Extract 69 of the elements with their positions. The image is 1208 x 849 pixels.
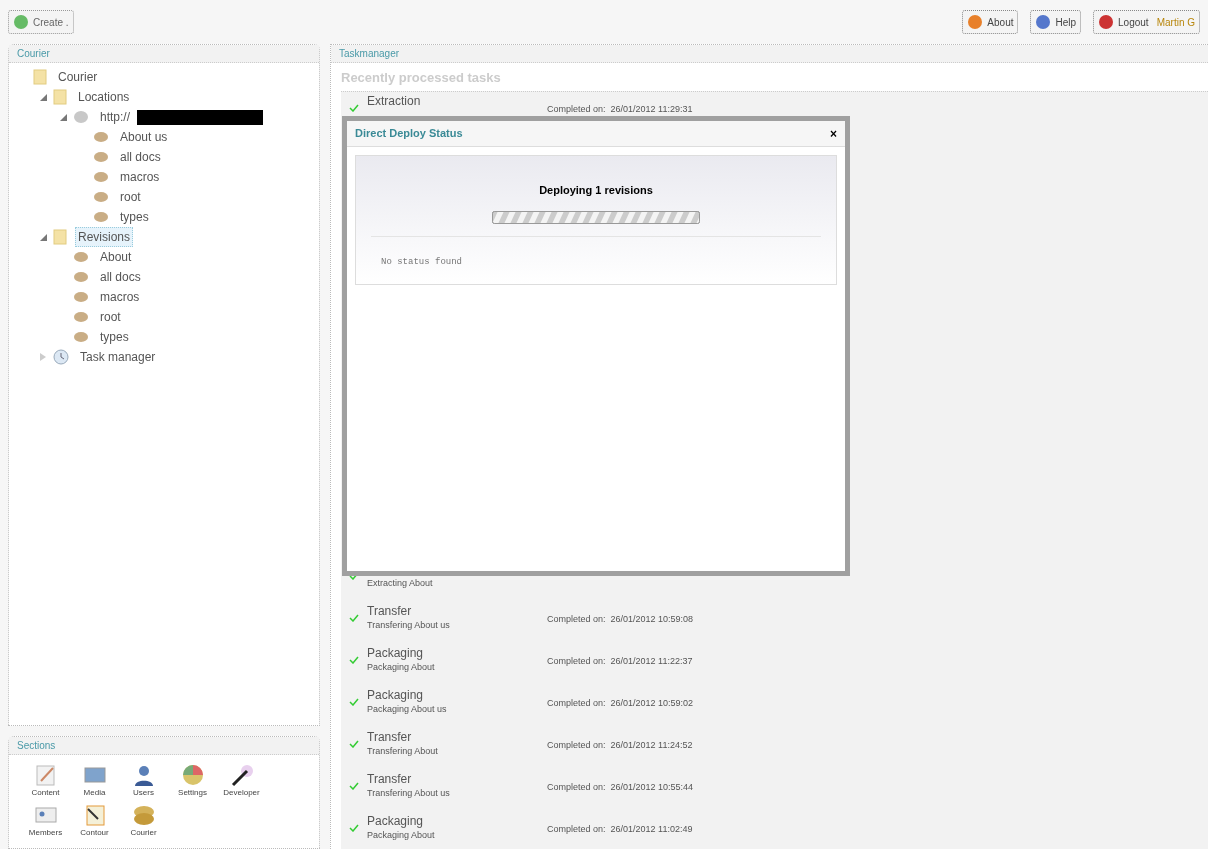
folder-icon [53, 229, 67, 245]
expanded-arrow-icon[interactable] [39, 233, 47, 241]
check-icon [349, 614, 359, 622]
completed-date: Completed on: 26/01/2012 11:29:31 [547, 104, 693, 114]
tree-item[interactable]: all docs [117, 147, 164, 167]
close-button[interactable]: × [830, 124, 837, 143]
task-description: Transfering About us [367, 619, 451, 631]
check-icon [349, 824, 359, 832]
tree-item[interactable]: About [97, 247, 135, 267]
folder-icon [53, 89, 67, 105]
task-description: Packaging About [367, 661, 436, 673]
tree-item[interactable]: Locations [75, 87, 133, 107]
expanded-arrow-icon[interactable] [39, 93, 47, 101]
clock-icon [53, 349, 69, 365]
completed-date: Completed on: 26/01/2012 11:24:52 [547, 740, 693, 750]
folder-icon [33, 69, 47, 85]
section-button[interactable]: Members [21, 803, 70, 839]
task-title: Packaging [367, 646, 425, 661]
tree-item[interactable]: Task manager [77, 347, 159, 367]
dialog-title: Direct Deploy Status [355, 126, 463, 142]
task-description: Extracting About [367, 577, 434, 589]
check-icon [349, 782, 359, 790]
tree-item[interactable]: types [117, 207, 152, 227]
toolbar-button[interactable]: About [962, 10, 1019, 34]
section-button[interactable]: Content [21, 763, 70, 799]
tree-item[interactable]: macros [117, 167, 163, 187]
section-button[interactable]: Settings [168, 763, 217, 799]
completed-date: Completed on: 26/01/2012 10:55:44 [547, 782, 694, 792]
completed-date: Completed on: 26/01/2012 11:02:49 [547, 824, 693, 834]
panel-title: Sections [17, 739, 56, 753]
toolbar-button[interactable]: Logout Martin G [1093, 10, 1200, 34]
tree-item[interactable]: About us [117, 127, 171, 147]
completed-date: Completed on: 26/01/2012 10:59:08 [547, 614, 694, 624]
task-title: Packaging [367, 814, 425, 829]
status-text: No status found [381, 256, 462, 267]
tree-item[interactable]: all docs [97, 267, 144, 287]
task-description: Packaging About [367, 829, 436, 841]
tree-item[interactable]: Revisions [75, 227, 134, 247]
check-icon [349, 740, 359, 748]
task-title: Transfer [367, 604, 413, 619]
check-icon [349, 698, 359, 706]
task-title: Packaging [367, 688, 425, 703]
tree-item[interactable]: Courier [55, 67, 101, 87]
tree-item[interactable]: root [97, 307, 124, 327]
panel-title: Courier [17, 47, 50, 61]
create-button[interactable]: Create . [8, 10, 74, 34]
tree-item[interactable]: root [117, 187, 144, 207]
completed-date: Completed on: 26/01/2012 11:22:37 [547, 656, 693, 666]
check-icon [349, 104, 359, 112]
tree-item[interactable]: http:// [97, 107, 134, 127]
status-message: Deploying 1 revisions [539, 183, 653, 198]
task-description: Transfering About [367, 745, 439, 757]
panel-title: Taskmanager [339, 47, 400, 61]
expanded-arrow-icon[interactable] [59, 113, 67, 121]
task-title: Transfer [367, 772, 413, 787]
completed-date: Completed on: 26/01/2012 10:59:02 [547, 698, 694, 708]
toolbar-button[interactable]: Help [1030, 10, 1082, 34]
task-title: Transfer [367, 730, 413, 745]
section-button[interactable]: Developer [217, 763, 266, 799]
section-button[interactable]: Contour [70, 803, 119, 839]
task-title: Extraction [367, 94, 422, 109]
check-icon [349, 656, 359, 664]
tree-item[interactable]: types [97, 327, 132, 347]
section-button[interactable]: Media [70, 763, 119, 799]
task-description: Packaging About us [367, 703, 448, 715]
task-description: Transfering About us [367, 787, 451, 799]
section-button[interactable]: Courier [119, 803, 168, 839]
section-button[interactable]: Users [119, 763, 168, 799]
tree-item[interactable]: macros [97, 287, 143, 307]
